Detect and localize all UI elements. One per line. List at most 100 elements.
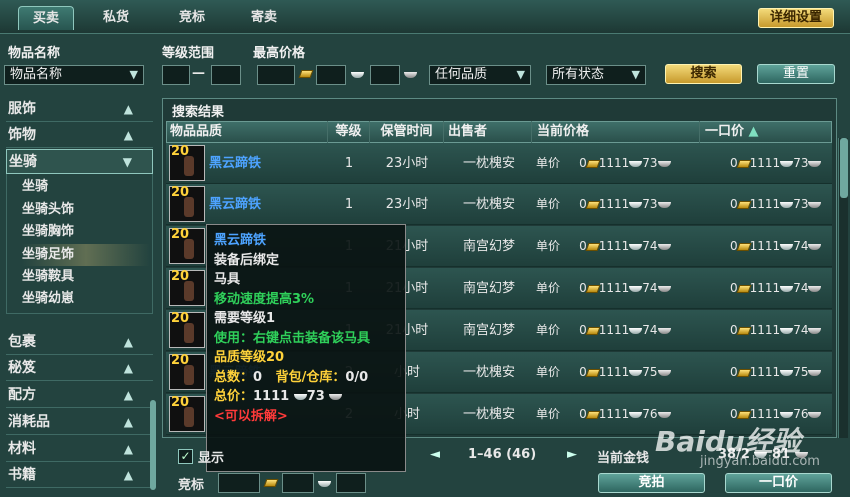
show-label: 显示 [198,451,225,466]
current-price: 单价 0 1111 74 [536,268,671,309]
subcategory-mount-head[interactable]: 坐骑头饰 [22,199,142,221]
next-page-icon[interactable]: ► [567,447,577,462]
baidu-watermark-url: jingyan.baidu.com [700,454,820,469]
category-bags[interactable]: 包裹 ▲ [6,330,153,355]
bid-button[interactable]: 竞拍 [598,473,705,493]
seller-name: 一枕槐安 [462,407,515,422]
item-icon[interactable]: 20 [169,144,205,181]
item-name: 黑云蹄铁 [209,197,262,212]
item-icon[interactable]: 20 [169,353,205,390]
bid-label: 竞标 [178,478,205,493]
category-manuals[interactable]: 秘笈 ▲ [6,356,153,381]
category-books[interactable]: 书籍 ▲ [6,463,153,488]
silver-coin-icon [780,285,794,292]
tooltip-effect: 移动速度提高3% [214,291,315,307]
bid-gold-input[interactable] [218,473,260,493]
category-clothing[interactable]: 服饰 ▲ [6,97,153,122]
item-icon[interactable]: 20 [169,395,205,432]
silver-coin-icon [780,327,794,334]
price-silver: 1111 [749,156,781,170]
subcategory-mount-feet[interactable]: 坐骑足饰 [22,244,150,266]
unit-price-label: 单价 [536,323,561,337]
item-name-dropdown[interactable]: 物品名称 ▼ [4,65,144,85]
price-silver: 1111 [749,323,781,337]
category-label: 配方 [8,387,36,403]
tooltip-item-type: 马具 [214,272,241,287]
subcategory-mount-cub[interactable]: 坐骑幼崽 [22,288,142,310]
tab-private-goods[interactable]: 私货 [86,6,146,30]
min-level-input[interactable] [162,65,190,85]
subcategory-mount-saddle[interactable]: 坐骑鞍具 [22,266,142,288]
header-quality[interactable]: 物品品质 [168,121,328,143]
silver-coin-icon [629,327,643,334]
prev-page-icon[interactable]: ◄ [430,447,440,462]
buyout-price: 0 1111 75 [730,352,822,393]
bid-silver-input[interactable] [282,473,314,493]
triangle-up-icon: ▲ [123,128,133,142]
tooltip-level-req: 需要等级1 [214,311,276,326]
item-icon[interactable]: 20 [169,311,205,348]
silver-coin-icon [293,393,307,400]
results-scrollbar[interactable] [838,138,848,438]
level-range-label: 等级范围 [162,46,215,61]
gold-coin-icon [736,368,752,377]
item-icon[interactable]: 20 [169,185,205,222]
silver-coin-icon [318,481,331,487]
category-accessories[interactable]: 饰物 ▲ [6,123,153,148]
category-consumables[interactable]: 消耗品 ▲ [6,410,153,435]
horseshoe-icon [184,323,194,343]
header-seller[interactable]: 出售者 [444,121,532,143]
table-row[interactable]: 20 黑云蹄铁 1 23小时 一枕槐安 单价 0 1111 73 0 1111 73 [166,143,832,184]
chevron-down-icon: ▼ [516,68,525,81]
max-price-gold-input[interactable] [257,65,295,85]
gold-coin-icon [736,242,752,251]
category-recipes[interactable]: 配方 ▲ [6,383,153,408]
category-mounts[interactable]: 坐骑 ▼ [6,149,153,174]
silver-coin-icon [780,369,794,376]
tab-consignment[interactable]: 寄卖 [234,6,294,30]
gold-coin-icon [585,326,601,335]
price-copper: 74 [642,323,658,337]
subcategory-mount[interactable]: 坐骑 [22,176,142,198]
item-icon[interactable]: 20 [169,269,205,306]
reset-button[interactable]: 重置 [757,64,835,84]
price-silver: 1111 [749,407,781,421]
max-price-silver-input[interactable] [316,65,346,85]
table-row[interactable]: 20 黑云蹄铁 1 23小时 一枕槐安 单价 0 1111 73 0 1111 73 [166,184,832,225]
copper-coin-icon [657,327,671,334]
header-level[interactable]: 等级 [328,121,370,143]
show-checkbox[interactable]: ✓ [178,449,193,464]
item-icon[interactable]: 20 [169,227,205,264]
price-silver: 1111 [749,365,781,379]
tooltip-price-copper: 73 [306,389,325,404]
tooltip-price-label: 总价： [214,389,254,404]
sidebar-scrollbar[interactable] [150,400,156,490]
category-label: 秘笈 [8,360,36,376]
status-dropdown[interactable]: 所有状态 ▼ [546,65,646,85]
search-button[interactable]: 搜索 [665,64,742,84]
header-storage-time[interactable]: 保管时间 [370,121,444,143]
subcategory-mount-chest[interactable]: 坐骑胸饰 [22,221,142,243]
category-label: 材料 [8,441,36,457]
unit-price-label: 单价 [536,365,561,379]
buyout-price: 0 1111 74 [730,310,822,351]
buyout-price: 0 1111 74 [730,268,822,309]
buyout-button[interactable]: 一口价 [725,473,832,493]
bid-copper-input[interactable] [336,473,366,493]
tooltip-bag-value: 0/0 [345,369,369,385]
silver-coin-icon [629,369,643,376]
tab-buy-sell[interactable]: 买卖 [18,6,74,30]
tab-bidding[interactable]: 竞标 [162,6,222,30]
horseshoe-icon [184,281,194,301]
quality-dropdown[interactable]: 任何品质 ▼ [429,65,531,85]
header-buyout-price[interactable]: 一口价 ▲ [700,121,832,143]
copper-coin-icon [808,411,822,418]
category-materials[interactable]: 材料 ▲ [6,437,153,462]
tooltip-item-name: 黑云蹄铁 [214,233,267,248]
max-level-input[interactable] [211,65,241,85]
detail-settings-button[interactable]: 详细设置 [758,8,834,28]
max-price-copper-input[interactable] [370,65,400,85]
scroll-thumb[interactable] [840,138,848,198]
price-copper: 73 [642,156,658,170]
header-current-price[interactable]: 当前价格 [532,121,700,143]
